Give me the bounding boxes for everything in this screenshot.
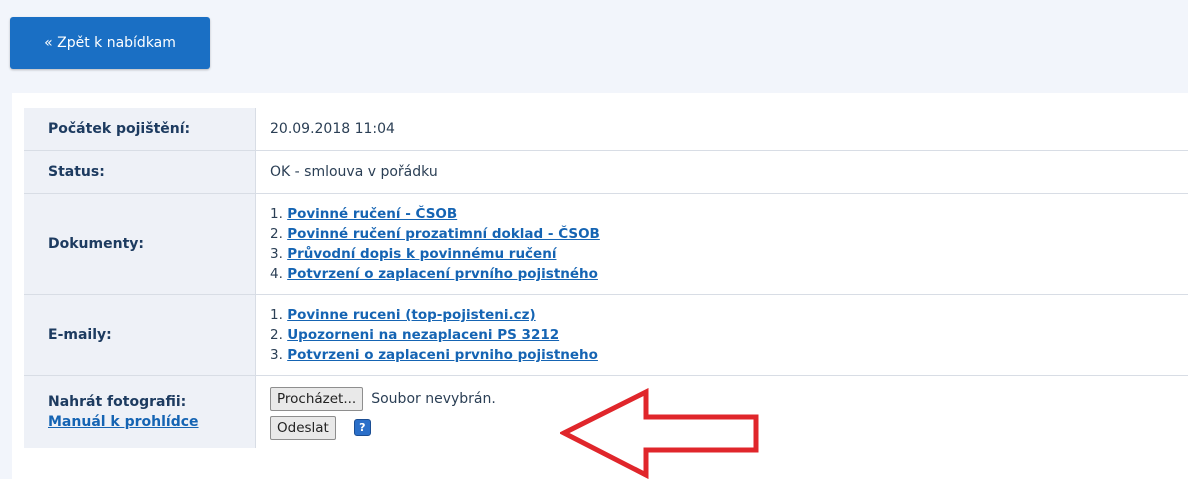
list-number: 2. — [270, 226, 283, 242]
row-start-date: Počátek pojištění: 20.09.2018 11:04 — [24, 108, 1188, 151]
list-item: 2. Upozorneni na nezaplaceni PS 3212 — [270, 325, 1188, 345]
documents-cell: 1. Povinné ručení - ČSOB 2. Povinné ruče… — [255, 193, 1188, 295]
start-date-label: Počátek pojištění: — [24, 108, 256, 151]
list-item: 4. Potvrzení o zaplacení prvního pojistn… — [270, 264, 1188, 284]
list-item: 2. Povinné ručení prozatimní doklad - ČS… — [270, 224, 1188, 244]
submit-button[interactable]: Odeslat — [270, 415, 336, 440]
row-documents: Dokumenty: 1. Povinné ručení - ČSOB 2. P… — [24, 193, 1188, 295]
list-item: 3. Průvodní dopis k povinnému ručení — [270, 244, 1188, 264]
list-number: 3. — [270, 347, 283, 363]
inspection-manual-link[interactable]: Manuál k prohlídce — [48, 414, 255, 430]
document-link[interactable]: Průvodní dopis k povinnému ručení — [287, 246, 556, 262]
email-link[interactable]: Povinne ruceni (top-pojisteni.cz) — [287, 307, 535, 323]
start-date-value: 20.09.2018 11:04 — [255, 108, 1188, 151]
list-number: 4. — [270, 266, 283, 282]
status-value: OK - smlouva v pořádku — [255, 150, 1188, 194]
list-item: 3. Potvrzeni o zaplaceni prvniho pojistn… — [270, 345, 1188, 365]
documents-list: 1. Povinné ručení - ČSOB 2. Povinné ruče… — [270, 204, 1188, 284]
file-status-text: Soubor nevybrán. — [371, 390, 496, 407]
list-item: 1. Povinné ručení - ČSOB — [270, 204, 1188, 224]
list-number: 2. — [270, 327, 283, 343]
row-emails: E-maily: 1. Povinne ruceni (top-pojisten… — [24, 294, 1188, 376]
list-number: 1. — [270, 206, 283, 222]
email-link[interactable]: Upozorneni na nezaplaceni PS 3212 — [287, 327, 559, 343]
red-arrow-left-icon — [560, 388, 759, 479]
list-number: 3. — [270, 246, 283, 262]
browse-button[interactable]: Procházet... — [270, 386, 364, 411]
document-link[interactable]: Povinné ručení - ČSOB — [287, 206, 457, 222]
list-number: 1. — [270, 307, 283, 323]
status-label: Status: — [24, 150, 256, 194]
emails-list: 1. Povinne ruceni (top-pojisteni.cz) 2. … — [270, 305, 1188, 365]
email-link[interactable]: Potvrzeni o zaplaceni prvniho pojistneho — [287, 347, 598, 363]
document-link[interactable]: Povinné ručení prozatimní doklad - ČSOB — [287, 226, 600, 242]
question-mark-icon[interactable]: ? — [353, 419, 371, 436]
upload-label-cell: Nahrát fotografii: Manuál k prohlídce — [24, 375, 256, 448]
emails-label: E-maily: — [24, 294, 256, 376]
upload-photo-label: Nahrát fotografii: — [48, 394, 187, 410]
emails-cell: 1. Povinne ruceni (top-pojisteni.cz) 2. … — [255, 294, 1188, 376]
row-status: Status: OK - smlouva v pořádku — [24, 150, 1188, 194]
documents-label: Dokumenty: — [24, 193, 256, 295]
list-item: 1. Povinne ruceni (top-pojisteni.cz) — [270, 305, 1188, 325]
document-link[interactable]: Potvrzení o zaplacení prvního pojistného — [287, 266, 598, 282]
back-to-offers-button[interactable]: « Zpět k nabídkam — [10, 17, 210, 69]
